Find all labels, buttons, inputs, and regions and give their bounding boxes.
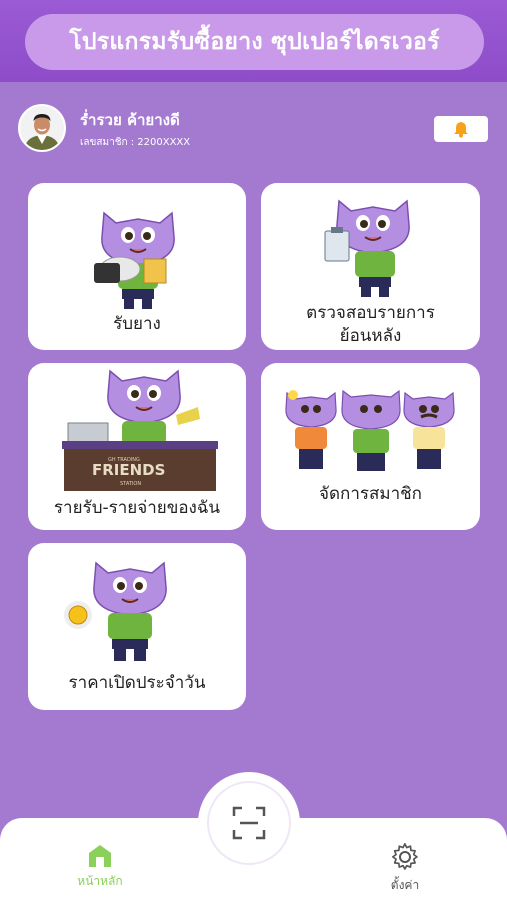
menu-label: ราคาเปิดประจำวัน xyxy=(68,673,206,693)
menu-label-line1: ตรวจสอบรายการ xyxy=(306,303,435,323)
mascot-clipboard-illustration xyxy=(324,199,410,297)
scan-button[interactable] xyxy=(207,781,291,865)
mascot-carrying-rubber-illustration xyxy=(94,211,175,309)
menu-card-history[interactable]: ตรวจสอบรายการ ย้อนหลัง xyxy=(261,183,480,350)
nav-home-label: หน้าหลัก xyxy=(77,874,123,888)
gear-icon xyxy=(391,843,418,870)
user-name: ร่ำรวย ค้ายางดี xyxy=(80,111,180,129)
menu-label: รับยาง xyxy=(113,314,161,334)
nav-settings[interactable]: ตั้งค่า xyxy=(360,842,450,895)
home-icon xyxy=(89,845,111,867)
mascot-coin-illustration xyxy=(64,561,167,661)
nav-home[interactable]: หน้าหลัก xyxy=(55,842,145,891)
mascot-group-illustration xyxy=(285,389,455,471)
notification-button[interactable] xyxy=(434,116,488,142)
menu-label: รายรับ-รายจ่ายของฉัน xyxy=(53,498,221,518)
member-number: เลขสมาชิก : 2200XXXX xyxy=(80,135,190,150)
menu-card-daily-price[interactable]: ราคาเปิดประจำวัน xyxy=(28,543,246,710)
menu-label: ตรวจสอบรายการ ย้อนหลัง xyxy=(261,302,480,348)
sign-sub-text: STATION xyxy=(120,481,141,487)
sign-brand-text: FRIENDS xyxy=(92,461,165,479)
nav-settings-label: ตั้งค่า xyxy=(390,878,420,892)
app-header: โปรแกรมรับซื้อยาง ซุปเปอร์ไดรเวอร์ xyxy=(0,0,507,82)
scan-icon xyxy=(232,806,266,840)
avatar[interactable] xyxy=(18,104,66,152)
member-id: 2200XXXX xyxy=(137,137,191,148)
mascot-shop-counter-illustration: GH TRADING FRIENDS STATION xyxy=(62,369,218,491)
menu-card-manage-members[interactable]: จัดการสมาชิก xyxy=(261,363,480,530)
menu-label: จัดการสมาชิก xyxy=(319,484,422,504)
menu-label-line2: ย้อนหลัง xyxy=(339,326,402,346)
user-profile[interactable]: ร่ำรวย ค้ายางดี เลขสมาชิก : 2200XXXX xyxy=(18,104,318,152)
app-title: โปรแกรมรับซื้อยาง ซุปเปอร์ไดรเวอร์ xyxy=(25,14,484,70)
menu-card-receive-rubber[interactable]: รับยาง xyxy=(28,183,246,350)
member-label: เลขสมาชิก : xyxy=(80,137,135,148)
menu-card-income-expense[interactable]: GH TRADING FRIENDS STATION รายรับ-รายจ่า… xyxy=(28,363,246,530)
bell-icon xyxy=(454,122,468,138)
scan-button-wrapper xyxy=(198,772,300,874)
